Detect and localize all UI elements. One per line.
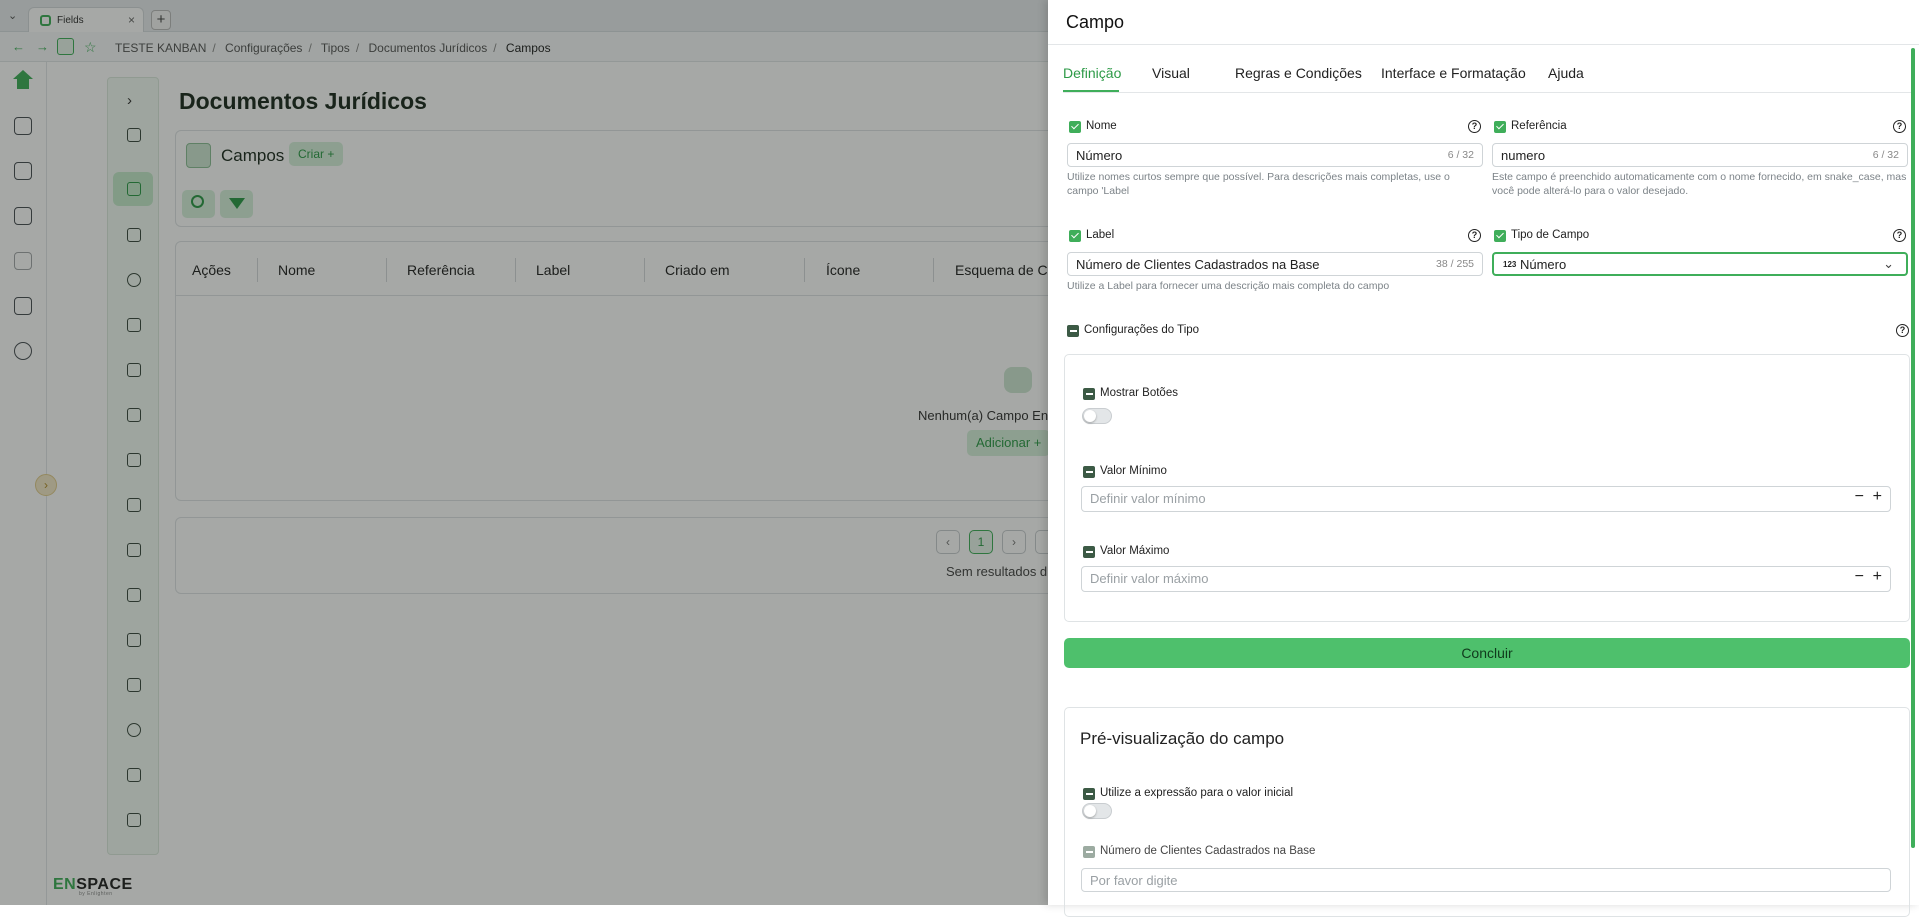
- number-type-icon: 123: [1503, 260, 1517, 269]
- tab-ajuda[interactable]: Ajuda: [1548, 65, 1584, 81]
- field-preview-panel: Pré-visualização do campo Utilize a expr…: [1064, 707, 1910, 917]
- valor-maximo-label: Valor Máximo: [1100, 545, 1170, 557]
- tab-regras[interactable]: Regras e Condições: [1235, 65, 1362, 81]
- expressao-collapse-icon[interactable]: [1083, 788, 1095, 800]
- nome-input[interactable]: Número 6 / 32: [1067, 143, 1483, 167]
- valor-maximo-input[interactable]: Definir valor máximo − +: [1081, 566, 1891, 592]
- increment-button[interactable]: +: [1873, 568, 1882, 586]
- tab-interface[interactable]: Interface e Formatação: [1381, 65, 1526, 81]
- label-checkbox[interactable]: [1069, 230, 1081, 242]
- nome-help-icon[interactable]: ?: [1468, 120, 1481, 133]
- valor-minimo-label: Valor Mínimo: [1100, 465, 1167, 477]
- field-drawer: Campo Definição Visual Regras e Condiçõe…: [1048, 0, 1919, 917]
- type-config-panel: Mostrar Botões Valor Mínimo Definir valo…: [1064, 354, 1910, 622]
- label-hint: Utilize a Label para fornecer uma descri…: [1067, 280, 1390, 292]
- tipo-select[interactable]: 123 Número ⌄: [1492, 252, 1908, 276]
- referencia-value: numero: [1501, 148, 1546, 163]
- config-help-icon[interactable]: ?: [1896, 324, 1909, 337]
- referencia-hint: Este campo é preenchido automaticamente …: [1492, 171, 1907, 197]
- nome-label: Nome: [1086, 120, 1117, 132]
- mostrar-botoes-collapse-icon[interactable]: [1083, 388, 1095, 400]
- valor-minimo-placeholder: Definir valor mínimo: [1090, 491, 1206, 506]
- referencia-label: Referência: [1511, 120, 1567, 132]
- valor-maximo-collapse-icon[interactable]: [1083, 546, 1095, 558]
- decrement-button[interactable]: −: [1855, 568, 1864, 586]
- referencia-help-icon[interactable]: ?: [1893, 120, 1906, 133]
- drawer-title: Campo: [1066, 12, 1125, 32]
- referencia-input[interactable]: numero 6 / 32: [1492, 143, 1908, 167]
- config-collapse-icon[interactable]: [1067, 325, 1079, 337]
- tipo-help-icon[interactable]: ?: [1893, 229, 1906, 242]
- drawer-scrollbar[interactable]: [1911, 48, 1915, 848]
- expressao-label: Utilize a expressão para o valor inicial: [1100, 787, 1294, 799]
- label-value: Número de Clientes Cadastrados na Base: [1076, 257, 1320, 272]
- config-title: Configurações do Tipo: [1084, 324, 1200, 336]
- label-counter: 38 / 255: [1436, 258, 1474, 270]
- valor-minimo-collapse-icon[interactable]: [1083, 466, 1095, 478]
- tab-definicao[interactable]: Definição: [1063, 65, 1121, 81]
- label-input[interactable]: Número de Clientes Cadastrados na Base 3…: [1067, 252, 1483, 276]
- tipo-value: Número: [1519, 257, 1567, 272]
- valor-maximo-placeholder: Definir valor máximo: [1090, 571, 1209, 586]
- referencia-checkbox[interactable]: [1494, 121, 1506, 133]
- preview-field-placeholder: Por favor digite: [1090, 873, 1178, 888]
- app-window: ⌄ Fields × + ← → ☆ TESTE KANBAN / Configu…: [0, 0, 1919, 917]
- drawer-tabs: Definição Visual Regras e Condições Inte…: [1063, 62, 1913, 92]
- label-help-icon[interactable]: ?: [1468, 229, 1481, 242]
- preview-title: Pré-visualização do campo: [1080, 729, 1285, 748]
- tipo-label: Tipo de Campo: [1511, 229, 1590, 241]
- valor-minimo-input[interactable]: Definir valor mínimo − +: [1081, 486, 1891, 512]
- preview-field-input[interactable]: Por favor digite: [1081, 868, 1891, 892]
- mostrar-botoes-label: Mostrar Botões: [1100, 387, 1178, 399]
- concluir-button[interactable]: Concluir: [1064, 638, 1910, 668]
- nome-counter: 6 / 32: [1447, 149, 1474, 161]
- chevron-down-icon: ⌄: [1883, 256, 1894, 271]
- nome-hint: Utilize nomes curtos sempre que possível…: [1067, 171, 1450, 197]
- nome-checkbox[interactable]: [1069, 121, 1081, 133]
- decrement-button[interactable]: −: [1855, 488, 1864, 506]
- referencia-counter: 6 / 32: [1872, 149, 1899, 161]
- label-field-label: Label: [1086, 229, 1115, 241]
- tab-visual[interactable]: Visual: [1152, 65, 1190, 81]
- expressao-toggle[interactable]: [1082, 803, 1112, 819]
- increment-button[interactable]: +: [1873, 488, 1882, 506]
- preview-field-label: Número de Clientes Cadastrados na Base: [1100, 845, 1316, 857]
- preview-field-collapse-icon[interactable]: [1083, 846, 1095, 858]
- mostrar-botoes-toggle[interactable]: [1082, 408, 1112, 424]
- nome-value: Número: [1076, 148, 1123, 163]
- tipo-checkbox[interactable]: [1494, 230, 1506, 242]
- modal-backdrop[interactable]: [0, 0, 1048, 905]
